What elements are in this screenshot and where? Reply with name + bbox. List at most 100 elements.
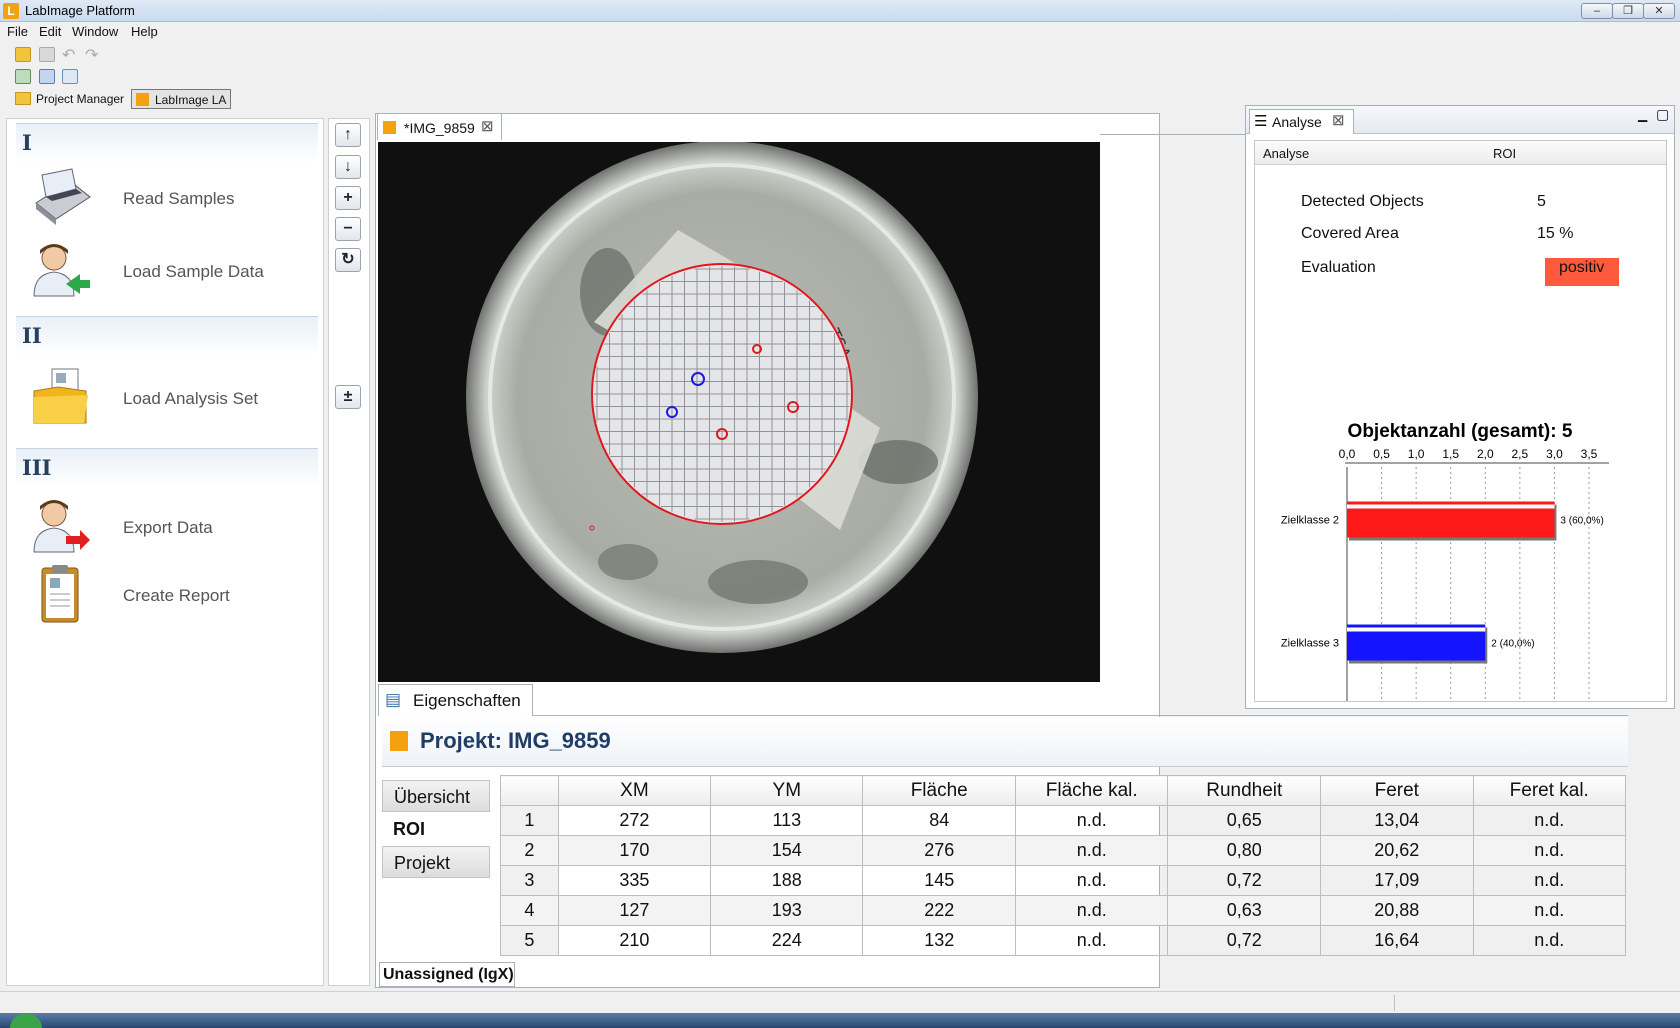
column-header-roi[interactable]: ROI (1493, 146, 1516, 161)
status-bar (0, 991, 1680, 1013)
menu-help[interactable]: Help (131, 24, 158, 39)
table-cell: 335 (557, 865, 712, 896)
evaluation-badge: positiv (1545, 258, 1619, 286)
task-label: Export Data (123, 518, 213, 537)
table-cell: 127 (557, 895, 712, 926)
row-number-cell: 4 (500, 895, 559, 926)
title-bar: L LabImage Platform – ❐ ✕ (0, 0, 1680, 22)
task-label: Create Report (123, 586, 230, 605)
image-canvas[interactable]: TSA (378, 142, 1100, 682)
table-header-row: XM YM Fläche Fläche kal. Rundheit Feret Feret … (500, 775, 1626, 806)
redo-icon[interactable]: ↷ (85, 45, 98, 65)
refresh-button[interactable]: ↻ (335, 248, 361, 272)
menu-bar: File Edit Window Help (0, 22, 1680, 42)
table-cell: 20,62 (1320, 835, 1474, 866)
category-label: Zielklasse 3 (1281, 638, 1339, 650)
category-label: Zielklasse 2 (1281, 515, 1339, 527)
side-tab-project[interactable]: Projekt (382, 846, 490, 878)
minimize-button[interactable]: – (1581, 3, 1613, 19)
close-window-button[interactable]: ✕ (1643, 3, 1675, 19)
task-read-samples[interactable]: Read Samples (30, 167, 310, 233)
covered-area-value: 15 % (1537, 225, 1574, 242)
close-icon[interactable]: ⊠ (481, 117, 494, 135)
move-down-button[interactable]: ↓ (335, 155, 361, 179)
menu-window[interactable]: Window (72, 24, 118, 39)
analyse-view: ☰ Analyse ⊠ ▁ ▢ Analyse ROI Detected Obj… (1245, 105, 1675, 709)
task-export-data[interactable]: Export Data (30, 496, 310, 562)
start-button[interactable] (10, 1014, 42, 1028)
column-header[interactable]: Rundheit (1167, 775, 1322, 806)
task-load-sample-data[interactable]: Load Sample Data (30, 240, 310, 306)
table-cell: 16,64 (1320, 925, 1474, 956)
table-cell: 276 (862, 835, 1016, 866)
close-icon[interactable]: ⊠ (1332, 111, 1345, 129)
column-header[interactable]: XM (557, 775, 712, 806)
column-header[interactable] (500, 775, 559, 806)
perspective-bar: Project Manager LabImage LA (0, 88, 240, 110)
column-header[interactable]: YM (710, 775, 864, 806)
user-import-icon (33, 244, 90, 297)
move-up-button[interactable]: ↑ (335, 123, 361, 147)
detected-objects-value: 5 (1537, 193, 1546, 210)
task-load-analysis-set[interactable]: Load Analysis Set (30, 367, 310, 433)
folder-icon (15, 92, 31, 105)
open-folder-icon[interactable] (15, 47, 31, 62)
table-cell: 0,65 (1167, 805, 1322, 836)
table-cell: 154 (710, 835, 864, 866)
table-row[interactable]: 3 335 188 145 n.d. 0,72 17,09 n.d. (500, 865, 1626, 896)
document-icon[interactable] (62, 69, 78, 84)
table-cell: n.d. (1014, 835, 1169, 866)
remove-button[interactable]: − (335, 217, 361, 241)
evaluation-label: Evaluation (1301, 259, 1376, 276)
table-cell: 272 (557, 805, 712, 836)
x-tick-label: 3,5 (1581, 447, 1598, 461)
perspective-labimage-la-button[interactable]: LabImage LA (131, 89, 231, 109)
copy-images-icon[interactable] (39, 69, 55, 84)
table-cell: n.d. (1014, 925, 1169, 956)
editor-tab[interactable]: *IMG_9859 ⊠ (377, 113, 502, 140)
toggle-button[interactable]: ± (335, 385, 361, 409)
properties-tab-label: Eigenschaften (413, 691, 521, 710)
maximize-button[interactable]: ❐ (1612, 3, 1644, 19)
bar-highlight (1347, 627, 1486, 632)
window-title: LabImage Platform (25, 3, 135, 18)
column-header[interactable]: Fläche (862, 775, 1016, 806)
table-row[interactable]: 4 127 193 222 n.d. 0,63 20,88 n.d. (500, 895, 1626, 926)
x-tick-label: 1,5 (1442, 447, 1459, 461)
colony-smear (708, 560, 808, 604)
save-icon[interactable] (39, 47, 55, 62)
menu-edit[interactable]: Edit (39, 24, 61, 39)
table-row[interactable]: 2 170 154 276 n.d. 0,80 20,62 n.d. (500, 835, 1626, 866)
column-header[interactable]: Feret (1320, 775, 1474, 806)
table-row[interactable]: 1 272 113 84 n.d. 0,65 13,04 n.d. (500, 805, 1626, 836)
covered-area-label: Covered Area (1301, 225, 1399, 242)
side-tab-overview[interactable]: Übersicht (382, 780, 490, 812)
x-tick-label: 0,5 (1373, 447, 1390, 461)
minimize-view-icon[interactable]: ▁ (1638, 108, 1647, 122)
menu-file[interactable]: File (7, 24, 28, 39)
clipboard-report-icon (41, 565, 79, 623)
task-create-report[interactable]: Create Report (30, 564, 310, 630)
maximize-view-icon[interactable]: ▢ (1656, 106, 1669, 123)
undo-icon[interactable]: ↶ (62, 45, 75, 65)
side-tab-roi[interactable]: ROI (382, 813, 490, 845)
add-button[interactable]: + (335, 186, 361, 210)
perspective-project-manager[interactable]: Project Manager (36, 92, 124, 106)
unassigned-tab[interactable]: Unassigned (IgX) (379, 962, 515, 987)
column-header[interactable]: Fläche kal. (1014, 775, 1169, 806)
analyse-tab[interactable]: ☰ Analyse ⊠ (1249, 109, 1354, 134)
properties-tab[interactable]: ▤ Eigenschaften (378, 684, 533, 716)
table-row[interactable]: 5 210 224 132 n.d. 0,72 16,64 n.d. (500, 925, 1626, 956)
table-cell: n.d. (1014, 895, 1169, 926)
chart-title: Objektanzahl (gesamt): 5 (1348, 421, 1573, 442)
roi-table: XM YM Fläche Fläche kal. Rundheit Feret Feret … (500, 775, 1626, 956)
perspective-labimage-la-label: LabImage LA (155, 93, 227, 107)
section-header-1: I (16, 123, 318, 163)
import-image-icon[interactable] (15, 69, 31, 84)
divider (1100, 134, 1245, 135)
table-cell: 210 (557, 925, 712, 956)
column-header[interactable]: Feret kal. (1472, 775, 1626, 806)
analyse-tab-label: Analyse (1272, 114, 1322, 130)
column-header-analyse[interactable]: Analyse (1263, 146, 1309, 161)
table-cell: n.d. (1014, 865, 1169, 896)
